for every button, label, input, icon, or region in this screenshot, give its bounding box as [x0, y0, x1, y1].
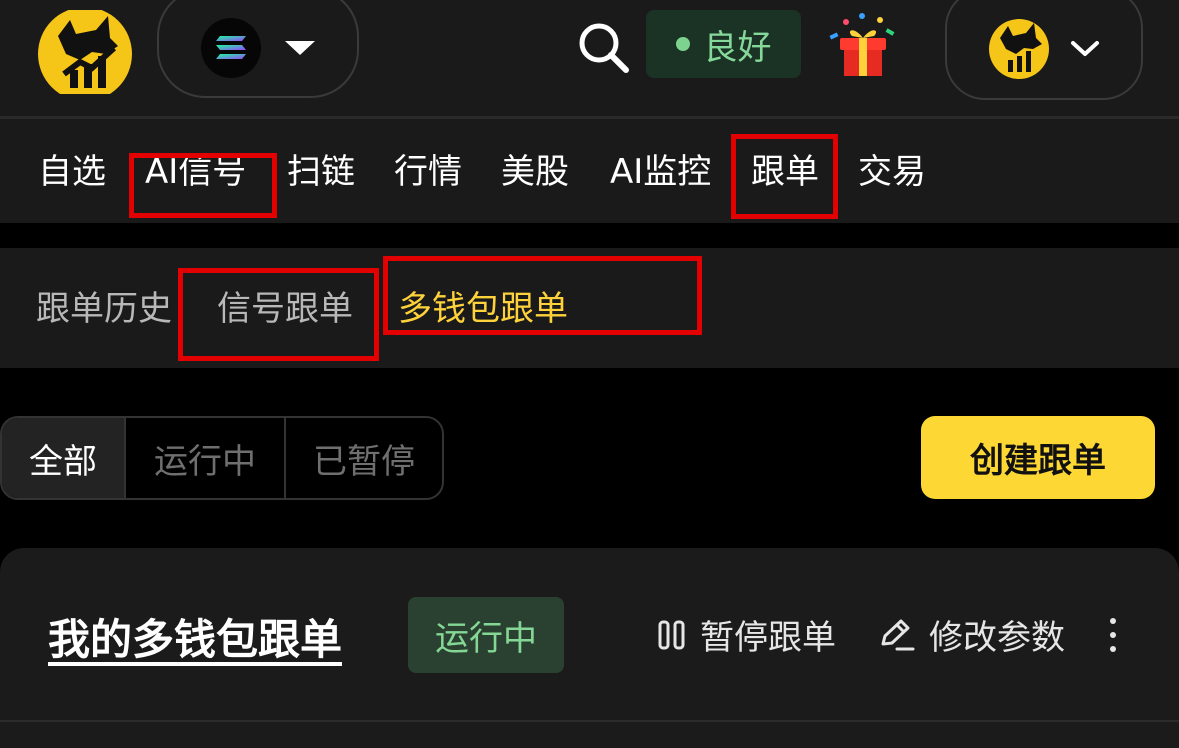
network-status-badge: 良好 [646, 10, 801, 78]
nav-item-favorites[interactable]: 自选 [38, 149, 106, 195]
gift-icon[interactable] [826, 12, 900, 78]
chevron-down-icon [1071, 41, 1099, 56]
filter-running[interactable]: 运行中 [126, 418, 286, 498]
chevron-down-icon [285, 41, 315, 55]
nav-item-chain-scan[interactable]: 扫链 [287, 149, 355, 195]
create-copy-button[interactable]: 创建跟单 [921, 416, 1155, 499]
avatar [989, 19, 1049, 79]
tab-signal-copy[interactable]: 信号跟单 [217, 286, 353, 332]
card-title[interactable]: 我的多钱包跟单 [48, 606, 342, 667]
filter-all[interactable]: 全部 [2, 418, 126, 498]
card-divider [0, 720, 1179, 722]
account-menu[interactable] [945, 0, 1143, 100]
search-icon[interactable] [576, 20, 632, 76]
nav-item-ai-monitor[interactable]: AI监控 [610, 149, 711, 195]
solana-icon [201, 18, 261, 78]
status-filter: 全部 运行中 已暂停 [0, 416, 444, 500]
pause-copy-button[interactable]: 暂停跟单 [658, 610, 836, 659]
edit-params-button[interactable]: 修改参数 [877, 610, 1065, 659]
nav-item-trade[interactable]: 交易 [858, 149, 926, 195]
edit-icon [881, 619, 915, 650]
pause-icon [658, 620, 685, 649]
pause-copy-label: 暂停跟单 [700, 618, 836, 658]
tab-multi-wallet-copy[interactable]: 多钱包跟单 [398, 286, 568, 332]
nav-item-ai-signal[interactable]: AI信号 [145, 149, 246, 195]
more-options-icon[interactable] [1098, 612, 1128, 658]
nav-item-market[interactable]: 行情 [394, 149, 462, 195]
copy-trade-card: 我的多钱包跟单 运行中 暂停跟单 修改参数 [0, 548, 1179, 748]
nav-item-us-stocks[interactable]: 美股 [501, 149, 569, 195]
nav-item-copy-trade[interactable]: 跟单 [751, 149, 819, 195]
network-status-text: 良好 [703, 27, 772, 68]
top-bar: 良好 [0, 0, 1179, 116]
status-badge: 运行中 [408, 597, 564, 673]
tab-copy-history[interactable]: 跟单历史 [36, 286, 172, 332]
status-dot-icon [675, 37, 690, 51]
sub-nav: 跟单历史 信号跟单 多钱包跟单 [0, 248, 1179, 368]
chain-selector[interactable] [157, 0, 359, 98]
filter-paused[interactable]: 已暂停 [286, 418, 442, 498]
app-logo[interactable] [36, 7, 134, 101]
edit-params-label: 修改参数 [929, 618, 1065, 658]
main-nav: 自选 AI信号 扫链 行情 美股 AI监控 跟单 交易 [0, 119, 1179, 223]
